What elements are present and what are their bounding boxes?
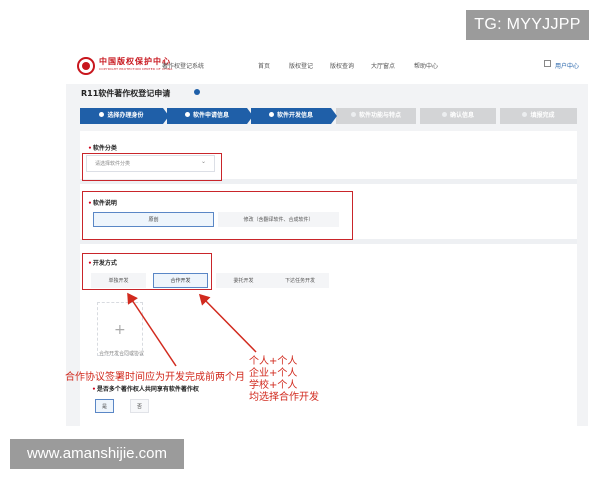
annotation-line: 企业+个人 — [249, 368, 298, 379]
step-check-icon — [184, 112, 190, 117]
step-arrow — [331, 108, 337, 124]
multi-owner-yes-option[interactable]: 是 — [95, 399, 114, 413]
upload-caption: 合作开发合同或协议 — [99, 351, 145, 357]
nav-query[interactable]: 版权查询 — [330, 61, 354, 70]
logo-title: 中国版权保护中心 — [99, 56, 171, 66]
step-5: 确认信息 — [420, 108, 496, 124]
system-name: 著作权登记系统 — [162, 63, 205, 70]
annotation-note-right: 个人+个人 企业+个人 学校+个人 均选择合作开发 — [249, 356, 319, 404]
highlight-box-dev-mode — [82, 253, 212, 290]
info-icon[interactable] — [194, 89, 200, 95]
step-pending-icon — [350, 112, 356, 117]
annotation-line: 均选择合作开发 — [249, 392, 319, 403]
nav-hall[interactable]: 大厅窗点 — [371, 61, 395, 70]
dev-mode-commissioned-option[interactable]: 委托开发 — [216, 273, 271, 288]
nav-help[interactable]: 帮助中心 — [414, 61, 438, 70]
annotation-line: 个人+个人 — [249, 356, 298, 367]
contract-upload-box[interactable]: + — [97, 302, 143, 356]
step-arrow — [247, 108, 253, 124]
step-check-icon — [99, 112, 105, 117]
site-watermark: www.amanshijie.com — [10, 439, 184, 469]
step-check-icon — [268, 112, 274, 117]
step-pending-icon — [522, 112, 528, 117]
step-1[interactable]: 选择办理身份 — [80, 108, 163, 124]
step-2[interactable]: 软件申请信息 — [167, 108, 247, 124]
highlight-box-description — [82, 191, 353, 240]
step-arrow — [163, 108, 169, 124]
step-pending-icon — [441, 112, 447, 117]
page-title: R11软件著作权登记申请 — [81, 89, 171, 98]
user-center-link[interactable]: 用户中心 — [555, 61, 579, 70]
step-4: 软件功能与特点 — [336, 108, 416, 124]
top-navigation-bar: 中国版权保护中心 COPYRIGHT PROTECTION CENTER OF … — [66, 48, 588, 84]
multi-owner-label: •是否多个著作权人共同享有软件著作权 — [92, 386, 199, 393]
user-avatar-icon[interactable] — [544, 60, 551, 67]
nav-registration[interactable]: 版权登记 — [289, 61, 313, 70]
highlight-box-category — [82, 153, 222, 181]
annotation-note-left: 合作协议签署时间应为开发完成前两个月 — [65, 372, 245, 383]
step-3[interactable]: 软件开发信息 — [251, 108, 331, 124]
category-label: •软件分类 — [88, 145, 117, 152]
nav-home[interactable]: 首页 — [258, 61, 270, 70]
multi-owner-no-option[interactable]: 否 — [130, 399, 149, 413]
plus-icon: + — [114, 322, 126, 338]
progress-steps: 选择办理身份 软件申请信息 软件开发信息 软件功能与特点 确认信息 填报完成 — [80, 108, 577, 124]
dev-mode-assigned-option[interactable]: 下达任务开发 — [271, 273, 329, 288]
logo-emblem-icon — [77, 57, 95, 75]
tg-watermark-badge: TG: MYYJJPP — [466, 10, 589, 40]
annotation-line: 学校+个人 — [249, 380, 298, 391]
step-6: 填报完成 — [500, 108, 577, 124]
